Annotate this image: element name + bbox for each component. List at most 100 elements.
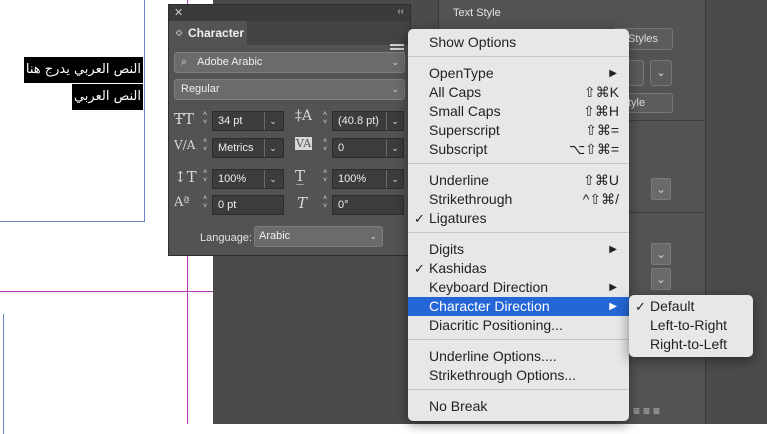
character-direction-submenu[interactable]: ✓ Default Left-to-Right Right-to-Left	[629, 295, 753, 357]
menu-item-label: Strikethrough	[429, 191, 513, 207]
font-style-dropdown[interactable]: Regular ⌄	[174, 79, 405, 100]
menu-item-diacritic-positioning[interactable]: Diacritic Positioning...	[408, 316, 629, 335]
panel-title-bar[interactable]: ✕ ‹‹	[169, 5, 410, 21]
vertical-scale-icon: ↕T	[174, 168, 197, 186]
skew-input[interactable]: 0°	[332, 195, 404, 215]
menu-item-shortcut: ^⇧⌘/	[582, 191, 619, 207]
menu-item-underline-options[interactable]: Underline Options....	[408, 347, 629, 366]
font-size-value: 34 pt	[218, 115, 243, 127]
menu-item-label: Subscript	[429, 141, 488, 157]
menu-item-superscript[interactable]: Superscript ⇧⌘=	[408, 121, 629, 140]
submenu-arrow-icon: ▶	[609, 68, 617, 79]
language-label: Language:	[200, 232, 252, 244]
chevron-down-icon: ⌄	[655, 272, 667, 286]
font-size-stepper[interactable]: ˄ ˅	[199, 111, 211, 129]
menu-item-all-caps[interactable]: All Caps ⇧⌘K	[408, 83, 629, 102]
submenu-item-right-to-left[interactable]: Right-to-Left	[629, 335, 753, 354]
menu-separator	[408, 339, 629, 340]
menu-separator	[408, 56, 629, 57]
selected-arabic-text-line-1[interactable]: النص العربي يدرج هنا	[23, 57, 143, 83]
baseline-shift-stepper[interactable]: ˄ ˅	[199, 195, 211, 213]
menu-separator	[408, 232, 629, 233]
tracking-stepper[interactable]: ˄ ˅	[319, 138, 331, 156]
chevron-down-icon: ⌄	[391, 57, 399, 67]
tab-toggle-icon: ◇	[176, 28, 183, 37]
menu-item-character-direction[interactable]: Character Direction ▶	[408, 297, 629, 316]
baseline-shift-value: 0 pt	[218, 199, 237, 211]
horizontal-scale-stepper[interactable]: ˄ ˅	[319, 169, 331, 187]
chevron-down-icon[interactable]: ⌄	[264, 112, 281, 130]
checkmark-icon: ✓	[414, 261, 425, 276]
kerning-icon: V/A	[174, 138, 196, 152]
menu-item-kashidas[interactable]: ✓ Kashidas	[408, 259, 629, 278]
menu-item-strikethrough[interactable]: Strikethrough ^⇧⌘/	[408, 190, 629, 209]
submenu-arrow-icon: ▶	[609, 301, 617, 312]
menu-item-show-options[interactable]: Show Options	[408, 33, 629, 52]
text-frame[interactable]	[0, 0, 145, 222]
baseline-shift-input[interactable]: 0 pt	[212, 195, 284, 215]
chevron-down-icon[interactable]: ⌄	[386, 139, 403, 157]
leading-stepper[interactable]: ˄ ˅	[319, 111, 331, 129]
text-style-title: Text Style	[453, 7, 501, 19]
submenu-item-left-to-right[interactable]: Left-to-Right	[629, 316, 753, 335]
menu-item-small-caps[interactable]: Small Caps ⇧⌘H	[408, 102, 629, 121]
vertical-scale-stepper[interactable]: ˄ ˅	[199, 169, 211, 187]
paragraph-align-icons[interactable]: ≡≡≡	[633, 404, 663, 418]
language-dropdown[interactable]: Arabic ⌄	[254, 226, 383, 247]
menu-item-digits[interactable]: Digits ▶	[408, 240, 629, 259]
panel-dropdown[interactable]: ⌄	[651, 268, 671, 290]
chevron-down-icon[interactable]: ⌄	[264, 139, 281, 157]
menu-item-subscript[interactable]: Subscript ⌥⇧⌘=	[408, 140, 629, 159]
menu-item-label: Small Caps	[429, 103, 501, 119]
menu-item-ligatures[interactable]: ✓ Ligatures	[408, 209, 629, 228]
style-dropdown-button[interactable]: ⌄	[650, 60, 672, 86]
close-icon[interactable]: ✕	[174, 6, 183, 19]
panel-dropdown[interactable]: ⌄	[651, 178, 671, 200]
skew-stepper[interactable]: ˄ ˅	[319, 195, 331, 213]
text-frame-lower[interactable]	[0, 314, 4, 434]
submenu-arrow-icon: ▶	[609, 244, 617, 255]
leading-icon: ‡A	[295, 108, 313, 124]
menu-item-label: Strikethrough Options...	[429, 367, 577, 383]
menu-item-shortcut: ⇧⌘=	[585, 122, 619, 138]
margin-guide-horizontal	[0, 291, 214, 292]
menu-item-shortcut: ⌥⇧⌘=	[568, 141, 619, 157]
menu-item-underline[interactable]: Underline ⇧⌘U	[408, 171, 629, 190]
menu-item-shortcut: ⇧⌘U	[583, 172, 619, 188]
menu-item-label: All Caps	[429, 84, 482, 100]
character-panel[interactable]: ✕ ‹‹ ◇ Character Adobe Arabic ⌕ ⌄ Regula…	[168, 4, 411, 256]
panel-dropdown[interactable]: ⌄	[651, 243, 671, 265]
style-button-label: tyle	[628, 97, 646, 109]
character-panel-menu[interactable]: Show Options OpenType ▶ All Caps ⇧⌘K Sma…	[408, 29, 629, 421]
selected-arabic-text-line-2[interactable]: النص العربي	[71, 84, 143, 110]
menu-item-label: OpenType	[429, 65, 494, 81]
font-family-dropdown[interactable]: Adobe Arabic ⌕ ⌄	[174, 52, 405, 73]
panel-tab-row: ◇ Character	[169, 21, 410, 54]
menu-item-label: Superscript	[429, 122, 500, 138]
menu-item-no-break[interactable]: No Break	[408, 397, 629, 416]
kerning-value: Metrics	[218, 142, 254, 154]
submenu-arrow-icon: ▶	[609, 282, 617, 293]
chevron-down-icon[interactable]: ⌄	[386, 170, 403, 188]
chevron-down-icon: ⌄	[369, 231, 377, 241]
chevron-down-icon: ⌄	[655, 182, 667, 196]
menu-item-strikethrough-options[interactable]: Strikethrough Options...	[408, 366, 629, 385]
chevron-down-icon[interactable]: ⌄	[264, 170, 281, 188]
skew-value: 0°	[338, 199, 349, 211]
menu-item-label: Ligatures	[429, 210, 487, 226]
font-style-value: Regular	[181, 83, 220, 95]
menu-item-label: Character Direction	[429, 298, 550, 314]
submenu-item-default[interactable]: ✓ Default	[629, 297, 753, 316]
menu-item-label: Underline	[429, 172, 489, 188]
language-value: Arabic	[259, 230, 291, 242]
kerning-stepper[interactable]: ˄ ˅	[199, 138, 211, 156]
menu-item-label: Show Options	[429, 34, 517, 50]
menu-item-label: Kashidas	[429, 260, 487, 276]
tab-character[interactable]: ◇ Character	[169, 21, 247, 45]
menu-item-keyboard-direction[interactable]: Keyboard Direction ▶	[408, 278, 629, 297]
collapse-icon[interactable]: ‹‹	[397, 6, 404, 17]
chevron-down-icon[interactable]: ⌄	[386, 112, 403, 130]
menu-item-opentype[interactable]: OpenType ▶	[408, 64, 629, 83]
checkmark-icon: ✓	[414, 211, 425, 226]
menu-item-label: No Break	[429, 398, 488, 414]
